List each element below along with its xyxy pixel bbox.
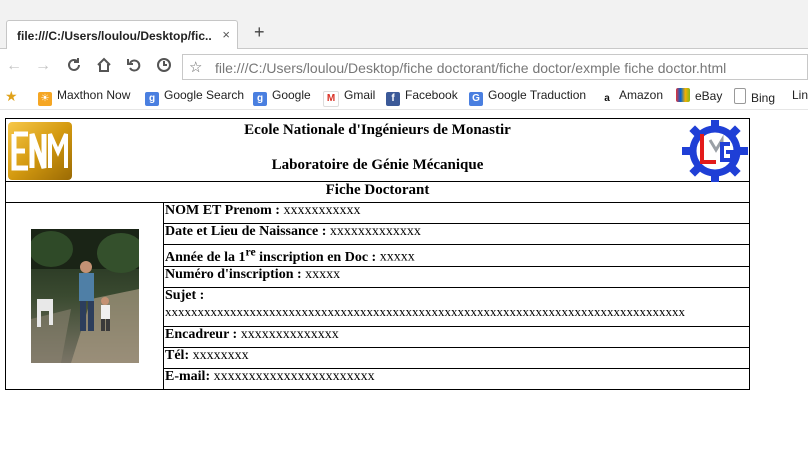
page-icon <box>734 88 746 104</box>
school-name: Ecole Nationale d'Ingénieurs de Monastir <box>244 122 511 138</box>
maxthon-icon: ☀ <box>38 92 52 106</box>
field-label: Année de la 1re inscription en Doc : <box>165 245 377 265</box>
field-sujet: Sujet : xxxxxxxxxxxxxxxxxxxxxxxxxxxxxxxxx… <box>163 286 750 327</box>
gmail-icon: M <box>323 91 339 107</box>
bookmark-star-icon[interactable]: ☆ <box>189 58 202 76</box>
field-value: xxxxxxxxxxxxx <box>329 224 421 239</box>
field-label: Date et Lieu de Naissance : <box>165 224 327 239</box>
field-nom: NOM ET Prenom : xxxxxxxxxxx <box>163 202 750 224</box>
field-numero: Numéro d'inscription : xxxxx <box>163 265 750 288</box>
browser-tab[interactable]: file:///C:/Users/loulou/Desktop/fic... × <box>6 20 238 49</box>
field-value: xxxxxxxxxxxxxxxxxxxxxxx <box>213 368 375 384</box>
home-icon[interactable] <box>93 57 115 77</box>
bookmark-label: Bing <box>751 91 776 105</box>
field-value: xxxxxxxx <box>192 347 249 363</box>
bookmark-label: Google Search <box>164 88 245 102</box>
back-icon[interactable]: ← <box>3 57 25 77</box>
reload-icon[interactable] <box>63 57 85 77</box>
bookmark-label: Google Traduction <box>488 88 587 102</box>
bookmark-label: Lin <box>792 88 808 102</box>
bookmark-label: Gmail <box>344 88 376 102</box>
field-value: xxxxxxxxxxxxxxxxxxxxxxxxxxxxxxxxxxxxxxxx… <box>165 303 685 319</box>
bookmarks-star-icon: ★ <box>5 88 18 104</box>
amazon-icon: a <box>600 92 614 106</box>
field-encadreur: Encadreur : xxxxxxxxxxxxxx <box>163 325 750 348</box>
field-label: Numéro d'inscription : <box>165 266 302 282</box>
bookmark-gmail[interactable]: M Gmail <box>323 88 375 107</box>
doctorant-photo <box>30 228 139 363</box>
bookmark-bing[interactable]: Bing <box>734 88 775 105</box>
field-label: Tél: <box>165 347 190 363</box>
bookmark-maxthon[interactable]: ☀ Maxthon Now <box>38 88 130 106</box>
undo-icon[interactable] <box>123 57 145 77</box>
bookmark-label: Facebook <box>405 88 458 102</box>
bookmark-ebay[interactable]: eBay <box>676 88 722 103</box>
label-part: Année de la 1 <box>165 249 246 265</box>
bookmark-google-search[interactable]: g Google Search <box>145 88 244 106</box>
forward-icon[interactable]: → <box>32 57 54 77</box>
lgm-gear-logo <box>682 120 748 182</box>
history-icon[interactable] <box>153 57 175 77</box>
field-tel: Tél: xxxxxxxx <box>163 346 750 369</box>
bookmark-label: Maxthon Now <box>57 88 131 102</box>
bookmark-facebook[interactable]: f Facebook <box>386 88 458 106</box>
fiche-title: Fiche Doctorant <box>5 181 750 203</box>
google-icon: g <box>145 92 159 106</box>
translate-icon: G <box>469 92 483 106</box>
field-value: xxxxxxxxxxxxxx <box>240 326 339 342</box>
bookmark-amazon[interactable]: a Amazon <box>600 88 663 106</box>
facebook-icon: f <box>386 92 400 106</box>
field-label: Encadreur : <box>165 326 238 342</box>
page-content: Ecole Nationale d'Ingénieurs de Monastir… <box>5 118 750 390</box>
tab-title: file:///C:/Users/loulou/Desktop/fic... <box>17 29 212 43</box>
field-value: xxxxxxxxxxx <box>283 203 361 218</box>
fiche-table: Ecole Nationale d'Ingénieurs de Monastir… <box>5 118 750 390</box>
bookmark-google-traduction[interactable]: G Google Traduction <box>469 88 586 106</box>
field-naissance: Date et Lieu de Naissance : xxxxxxxxxxxx… <box>163 223 750 245</box>
field-label: E-mail: <box>165 368 211 384</box>
bookmark-label: Amazon <box>619 88 664 102</box>
bookmark-label: eBay <box>695 89 723 103</box>
bookmark-label: Google <box>272 88 311 102</box>
field-value: xxxxx <box>305 266 341 282</box>
field-inscription-annee: Année de la 1re inscription en Doc : xxx… <box>163 244 750 267</box>
google-icon: g <box>253 92 267 106</box>
label-part: inscription en Doc : <box>255 249 377 265</box>
photo-cell <box>5 202 164 390</box>
field-email: E-mail: xxxxxxxxxxxxxxxxxxxxxxx <box>163 367 750 390</box>
ebay-icon <box>676 88 690 102</box>
bookmark-lin[interactable]: Lin <box>792 88 808 102</box>
field-label: Sujet : <box>165 287 205 303</box>
tab-close-icon[interactable]: × <box>222 27 230 42</box>
browser-toolbar: ← → ☆ file:///C:/Users/loulou/Desktop/fi… <box>0 49 808 85</box>
tab-strip: file:///C:/Users/loulou/Desktop/fic... ×… <box>0 0 808 49</box>
new-tab-button[interactable]: + <box>254 22 265 43</box>
field-label: NOM ET Prenom : <box>165 203 280 218</box>
header-cell: Ecole Nationale d'Ingénieurs de Monastir… <box>5 118 750 182</box>
address-bar[interactable]: ☆ file:///C:/Users/loulou/Desktop/fiche … <box>182 54 808 80</box>
field-value: xxxxx <box>379 249 415 265</box>
bookmarks-bar: ★ ☀ Maxthon Now g Google Search g Google MG… <box>0 85 808 110</box>
bookmark-google[interactable]: g Google <box>253 88 311 106</box>
url-text[interactable]: file:///C:/Users/loulou/Desktop/fiche do… <box>215 60 726 76</box>
label-sup: re <box>245 245 256 258</box>
lab-name: Laboratoire de Génie Mécanique <box>271 157 484 173</box>
